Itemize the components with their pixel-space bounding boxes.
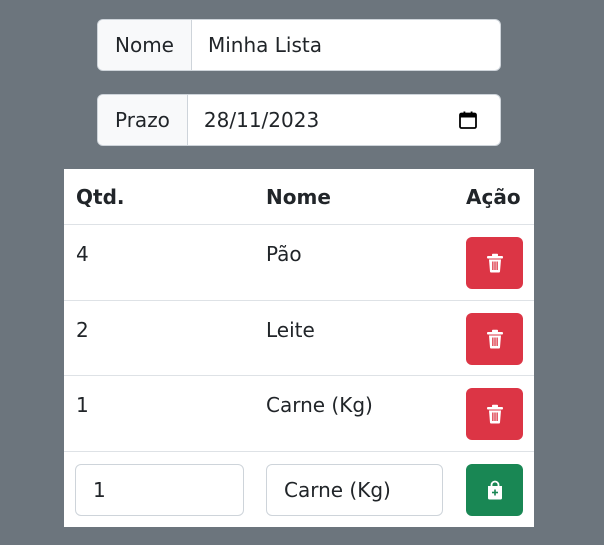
row-nome: Leite (266, 318, 315, 342)
table-row: 2 Leite (64, 301, 534, 376)
list-name-label: Nome (98, 20, 192, 70)
new-item-nome-input[interactable]: Carne (Kg) (266, 464, 443, 516)
calendar-icon[interactable] (458, 110, 478, 130)
delete-item-button[interactable] (466, 237, 523, 289)
bag-plus-icon (487, 480, 502, 500)
delete-item-button[interactable] (466, 388, 523, 440)
row-qtd: 1 (76, 393, 89, 417)
table-header-row: Qtd. Nome Ação (64, 169, 534, 225)
trash-icon (486, 404, 503, 424)
row-nome: Pão (266, 242, 302, 266)
new-item-row: 1 Carne (Kg) (64, 452, 534, 527)
deadline-label: Prazo (98, 95, 188, 145)
deadline-date-value: 28/11/2023 (203, 108, 320, 132)
row-qtd: 2 (76, 318, 89, 342)
delete-item-button[interactable] (466, 313, 523, 365)
new-item-qtd-input[interactable]: 1 (75, 464, 244, 516)
row-nome: Carne (Kg) (266, 393, 373, 417)
header-acao: Ação (466, 185, 521, 209)
header-nome: Nome (266, 185, 331, 209)
deadline-group: Prazo 28/11/2023 (97, 94, 501, 146)
list-name-input[interactable]: Minha Lista (192, 20, 500, 70)
list-name-group: Nome Minha Lista (97, 19, 501, 71)
header-qtd: Qtd. (76, 185, 125, 209)
deadline-date-input[interactable]: 28/11/2023 (188, 95, 500, 145)
trash-icon (486, 253, 503, 273)
table-row: 1 Carne (Kg) (64, 376, 534, 452)
add-item-button[interactable] (466, 464, 523, 516)
table-row: 4 Pão (64, 225, 534, 301)
row-qtd: 4 (76, 242, 89, 266)
trash-icon (486, 329, 503, 349)
items-table: Qtd. Nome Ação 4 Pão 2 Leite 1 Carne (Kg… (64, 169, 534, 527)
